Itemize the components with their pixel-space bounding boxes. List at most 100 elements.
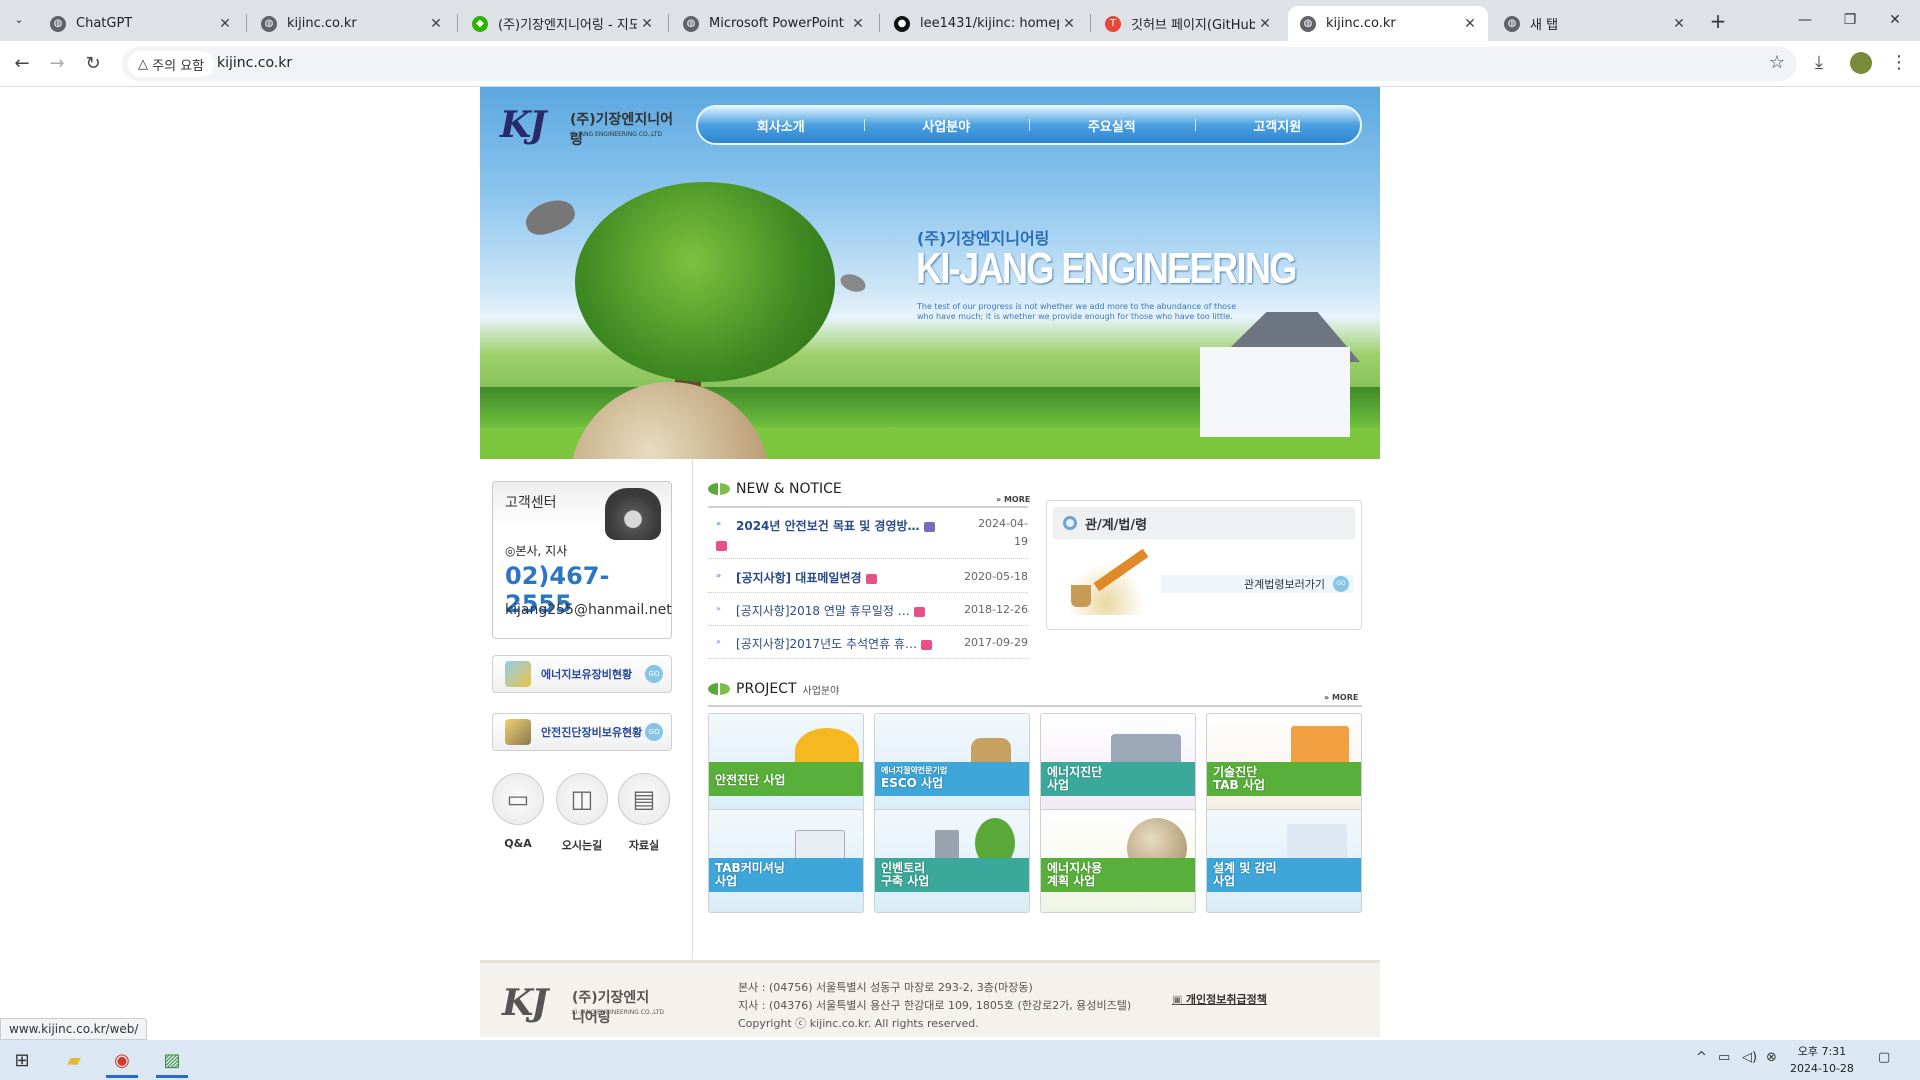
close-icon[interactable]: ✕ — [1255, 16, 1275, 32]
project-card-energy-plan[interactable]: 에너지사용 계획 사업 — [1040, 809, 1196, 913]
notice-item-title[interactable]: [공지사항]2018 연말 휴무일정 … — [736, 602, 910, 619]
card-line1: 인벤토리 — [881, 861, 926, 875]
tab-search-icon[interactable]: ⌄ — [8, 9, 30, 31]
project-title: PROJECT — [736, 681, 797, 697]
tab-chatgpt[interactable]: ◍ ChatGPT ✕ — [38, 6, 243, 41]
site-footer: KJ (주)기장엔지니어링 KI-JANG ENGINEERING CO.,LT… — [480, 960, 1380, 1037]
security-chip[interactable]: △ 주의 요함 — [128, 51, 215, 77]
close-icon[interactable]: ✕ — [1059, 16, 1079, 32]
minimize-button[interactable]: — — [1785, 8, 1825, 32]
footer-logo-box: KJ (주)기장엔지니어링 KI-JANG ENGINEERING CO.,LT… — [502, 982, 664, 1026]
privacy-policy-link[interactable]: 개인정보취급정책 — [1172, 991, 1267, 1007]
site-logo[interactable]: KJ (주)기장엔지니어링 KI-JANG ENGINEERING CO.,LT… — [500, 105, 680, 149]
project-card-tab-commissioning[interactable]: TAB커미셔닝 사업 — [708, 809, 864, 913]
notice-more-link[interactable]: » MORE — [996, 495, 1030, 504]
close-icon[interactable]: ✕ — [1669, 16, 1689, 32]
windows-start-icon[interactable]: ⊞ — [2, 1044, 42, 1078]
card-line2: 사업 — [1213, 874, 1236, 888]
safety-equipment-button[interactable]: 안전진단장비보유현황 GO — [492, 713, 672, 751]
hero-company-en: KI-JANG ENGINEERING — [916, 244, 1297, 293]
notice-item-title[interactable]: 2024년 안전보건 목표 및 경영방… — [736, 517, 920, 534]
computer-icon[interactable]: ▭ — [492, 773, 544, 825]
notice-item-title[interactable]: [공지사항]2017년도 추석연휴 휴… — [736, 635, 917, 652]
project-card-design[interactable]: 설계 및 감리 사업 — [1206, 809, 1362, 913]
leaf-icon — [708, 683, 730, 695]
new-badge-icon — [716, 541, 727, 551]
logo-mark-text: KJ — [502, 982, 548, 1024]
close-icon[interactable]: ✕ — [637, 16, 657, 32]
project-card-energy-diagnosis[interactable]: 에너지진단 사업 — [1040, 713, 1196, 817]
document-icon[interactable]: ▤ — [618, 773, 670, 825]
list-item[interactable]: » [공지사항]2018 연말 휴무일정 … 2018-12-26 — [708, 593, 1028, 626]
back-icon[interactable]: ← — [9, 51, 35, 77]
nav-performance[interactable]: 주요실적 — [1029, 116, 1195, 135]
notification-icon[interactable]: ▢ — [1878, 1050, 1890, 1065]
notepad-icon[interactable]: ▨ — [152, 1044, 192, 1078]
qna-link[interactable]: Q&A — [486, 837, 550, 850]
download-icon[interactable]: ⤓ — [1815, 52, 1823, 73]
list-item[interactable]: » [공지사항]2017년도 추석연휴 휴… 2017-09-29 — [708, 626, 1028, 659]
house-image — [1200, 347, 1350, 437]
close-icon[interactable]: ✕ — [1460, 16, 1480, 32]
notice-item-title[interactable]: [공지사항] 대표메일변경 — [736, 569, 862, 586]
nav-company[interactable]: 회사소개 — [698, 116, 864, 135]
mouse-icon[interactable]: ◫ — [556, 773, 608, 825]
restore-button[interactable]: ❐ — [1830, 8, 1870, 32]
tab-naver-map[interactable]: ◆ (주)기장엔지니어링 - 지도 ✕ — [460, 6, 665, 41]
tab-github-repo[interactable]: ● lee1431/kijinc: homepage✕ — [882, 6, 1087, 41]
volume-icon[interactable]: ◁) — [1742, 1050, 1757, 1065]
tab-kijinc-1[interactable]: ◍ kijinc.co.kr ✕ — [249, 6, 454, 41]
main-nav: 회사소개 사업분야 주요실적 고객지원 — [696, 105, 1362, 145]
tab-powerpoint[interactable]: ◍ Microsoft PowerPoint - 2✕ — [671, 6, 876, 41]
tab-separator — [457, 14, 458, 32]
card-label: TAB커미셔닝 사업 — [715, 862, 785, 888]
notice-item-date: 2020-05-18 — [964, 570, 1028, 583]
url-text[interactable]: kijinc.co.kr — [217, 55, 292, 71]
tab-separator — [879, 14, 880, 32]
tab-title: Microsoft PowerPoint - 2 — [709, 16, 848, 31]
card-label: 설계 및 감리 사업 — [1213, 862, 1277, 888]
close-icon[interactable]: ✕ — [215, 16, 235, 32]
forward-icon[interactable]: → — [44, 51, 70, 77]
bird-icon — [521, 194, 579, 240]
new-tab-button[interactable]: + — [1705, 8, 1731, 34]
law-link[interactable]: 관계법령보러가기 GO — [1161, 575, 1353, 593]
energy-equipment-label: 에너지보유장비현황 — [541, 668, 633, 681]
network-icon[interactable]: ▭ — [1718, 1050, 1730, 1065]
close-icon[interactable]: ✕ — [426, 16, 446, 32]
project-more-link[interactable]: » MORE — [1324, 693, 1358, 702]
project-card-tab[interactable]: 기술진단 TAB 사업 — [1206, 713, 1362, 817]
footer-address: 본사 : (04756) 서울특별시 성동구 마장로 293-2, 3층(마장동… — [738, 979, 1131, 1033]
tab-separator — [1090, 14, 1091, 32]
law-box: 관/계/법/령 관계법령보러가기 GO — [1046, 500, 1362, 630]
directions-link[interactable]: 오시는길 — [550, 837, 614, 853]
globe-icon: ◍ — [261, 15, 277, 32]
tab-kijinc-active[interactable]: ◍ kijinc.co.kr ✕ — [1288, 6, 1488, 41]
taskbar-clock[interactable]: 오후 7:31 2024-10-28 — [1790, 1043, 1854, 1077]
menu-kebab-icon[interactable]: ⋮ — [1890, 52, 1908, 73]
list-item[interactable]: » [공지사항] 대표메일변경 2020-05-18 — [708, 559, 1028, 593]
globe-icon: ◍ — [50, 15, 66, 32]
circle-icon — [1063, 516, 1077, 530]
tab-new-tab[interactable]: ◍ 새 탭 ✕ — [1492, 6, 1697, 41]
error-status-icon[interactable]: ⊗ — [1766, 1050, 1777, 1065]
archive-link[interactable]: 자료실 — [612, 837, 676, 853]
profile-avatar[interactable] — [1850, 52, 1872, 74]
bookmark-star-icon[interactable]: ☆ — [1769, 52, 1785, 73]
reload-icon[interactable]: ↻ — [80, 51, 106, 77]
law-illustration — [1061, 548, 1151, 615]
nav-support[interactable]: 고객지원 — [1194, 116, 1361, 135]
close-icon[interactable]: ✕ — [848, 16, 868, 32]
project-card-safety[interactable]: 안전진단 사업 — [708, 713, 864, 817]
tab-github-pages[interactable]: T 깃허브 페이지(GitHub Pa✕ — [1093, 6, 1283, 41]
chevron-up-icon[interactable]: ^ — [1696, 1050, 1707, 1065]
chrome-icon[interactable]: ◉ — [102, 1044, 142, 1078]
nav-business[interactable]: 사업분야 — [863, 116, 1030, 135]
file-explorer-icon[interactable]: ▰ — [54, 1044, 94, 1078]
project-card-esco[interactable]: 에너지절약전문기업 ESCO 사업 — [874, 713, 1030, 817]
project-card-inventory[interactable]: 인벤토리 구축 사업 — [874, 809, 1030, 913]
close-window-button[interactable]: ✕ — [1875, 8, 1915, 32]
list-item[interactable]: » 2024년 안전보건 목표 및 경영방… 2024-04-19 — [708, 509, 1028, 559]
energy-equipment-button[interactable]: 에너지보유장비현황 GO — [492, 655, 672, 693]
address-bar[interactable]: △ 주의 요함 kijinc.co.kr ☆ — [122, 47, 1797, 81]
